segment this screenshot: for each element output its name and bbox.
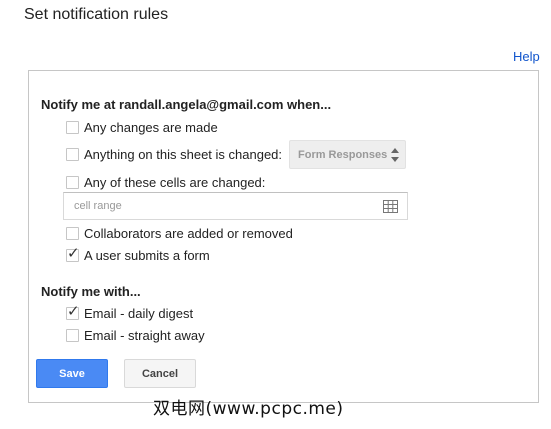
option-sheet-changed[interactable]: Anything on this sheet is changed: [66, 145, 282, 163]
watermark-text: 双电网(www.pcpc.me) [153, 399, 344, 419]
cancel-button[interactable]: Cancel [124, 359, 196, 388]
option-label: Any changes are made [84, 119, 218, 135]
notify-with-heading: Notify me with... [41, 284, 141, 299]
help-link[interactable]: Help [513, 49, 540, 64]
notification-rules-panel: Notify me at randall.angela@gmail.com wh… [28, 70, 539, 403]
option-label: Collaborators are added or removed [84, 225, 293, 241]
checkbox-form-submit[interactable]: ✓ [66, 244, 80, 262]
checkbox-straight-away[interactable] [66, 328, 79, 342]
option-cells-changed[interactable]: Any of these cells are changed: [66, 173, 265, 191]
checkbox-cells-changed[interactable] [66, 175, 79, 189]
sheet-select-dropdown[interactable]: Form Responses [289, 140, 406, 169]
checkbox-daily-digest[interactable]: ✓ [66, 302, 80, 320]
cell-range-placeholder: cell range [74, 200, 122, 212]
up-down-arrows-icon [391, 148, 399, 162]
option-collaborators[interactable]: Collaborators are added or removed [66, 224, 293, 242]
option-label: Anything on this sheet is changed: [84, 146, 283, 162]
cell-range-input[interactable]: cell range [63, 192, 408, 220]
option-label: Email - straight away [84, 327, 205, 343]
option-label: Email - daily digest [84, 305, 194, 321]
checkbox-any-changes[interactable] [66, 120, 79, 134]
option-label: A user submits a form [84, 247, 210, 263]
checkmark-icon: ✓ [67, 244, 80, 262]
dialog-title: Set notification rules [24, 6, 169, 23]
checkbox-sheet-changed[interactable] [66, 147, 79, 161]
notify-when-heading: Notify me at randall.angela@gmail.com wh… [41, 97, 332, 112]
checkbox-collaborators[interactable] [66, 226, 79, 240]
checkmark-icon: ✓ [67, 302, 80, 320]
option-form-submit[interactable]: ✓ A user submits a form [66, 246, 210, 264]
option-label: Any of these cells are changed: [84, 174, 266, 190]
grid-icon[interactable] [383, 200, 398, 213]
save-button[interactable]: Save [36, 359, 108, 388]
option-daily-digest[interactable]: ✓ Email - daily digest [66, 304, 193, 322]
option-any-changes[interactable]: Any changes are made [66, 118, 218, 136]
sheet-select-value: Form Responses [298, 148, 388, 161]
option-straight-away[interactable]: Email - straight away [66, 326, 205, 344]
